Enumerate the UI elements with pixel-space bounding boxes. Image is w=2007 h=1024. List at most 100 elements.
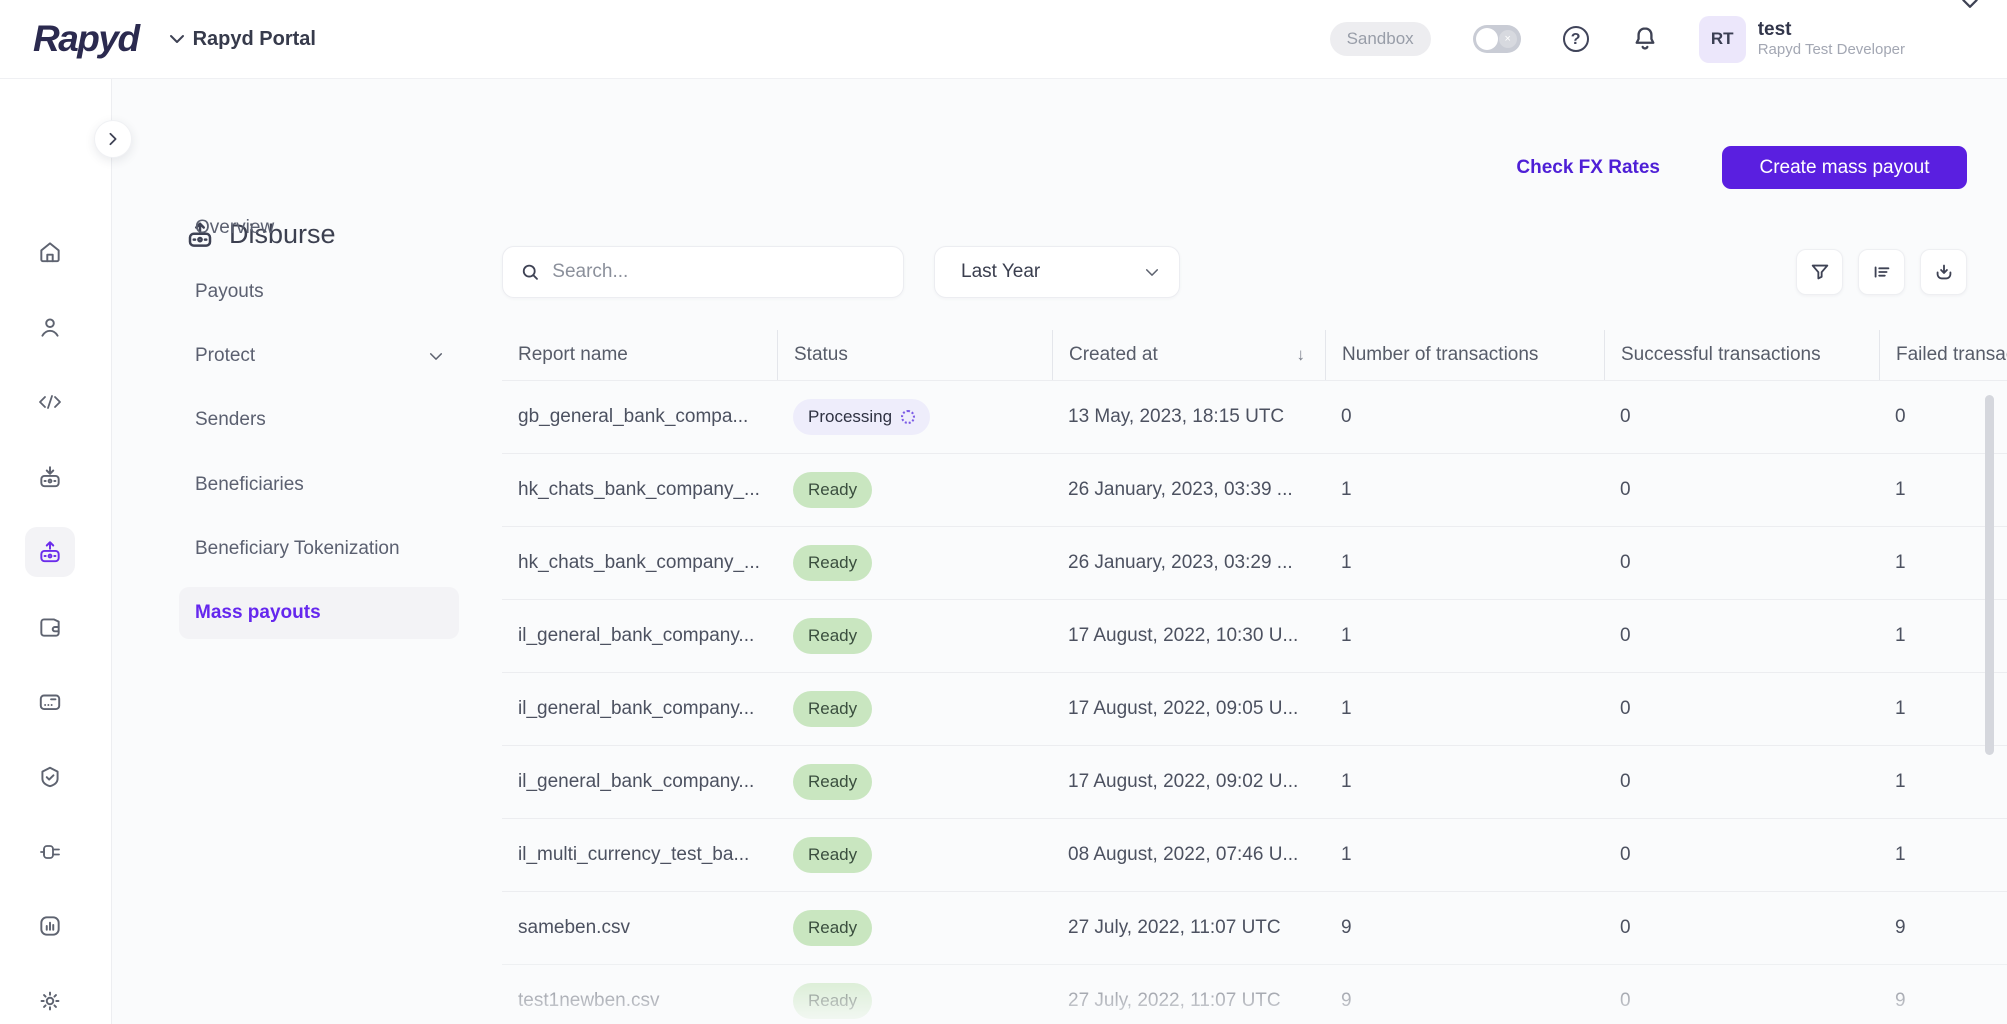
rail-item-settings[interactable] (25, 976, 75, 1024)
rail-item-developers[interactable] (25, 377, 75, 427)
sidebar-item-protect[interactable]: Protect (179, 330, 459, 382)
sidebar-item-payouts[interactable]: Payouts (179, 266, 459, 318)
rapyd-logo: Rapyd (33, 18, 140, 59)
rail-item-wallet[interactable] (25, 602, 75, 652)
transactions-cell: 1 (1341, 771, 1352, 792)
successful-cell: 0 (1620, 771, 1631, 792)
user-menu-button[interactable] (1961, 0, 1979, 9)
table-row[interactable]: sameben.csv Ready 27 July, 2022, 11:07 U… (502, 891, 2007, 964)
table-scrollbar[interactable] (1985, 395, 1994, 755)
sidebar-item-label: Beneficiaries (195, 474, 304, 495)
sidebar-item-label: Overview (195, 217, 275, 238)
sort-descending-icon[interactable]: ↓ (1297, 345, 1306, 365)
user-block: test Rapyd Test Developer (1758, 19, 1905, 59)
table-row[interactable]: gb_general_bank_compa... Processing 13 M… (502, 380, 2007, 453)
sidebar-item-beneficiaries[interactable]: Beneficiaries (179, 459, 459, 511)
created-at-cell: 17 August, 2022, 10:30 U... (1068, 625, 1299, 646)
successful-cell: 0 (1620, 406, 1631, 427)
rail-item-issuing[interactable] (25, 677, 75, 727)
rail-item-analytics[interactable] (25, 901, 75, 951)
search-icon (522, 264, 538, 280)
column-header-number-of-transactions[interactable]: Number of transactions (1325, 330, 1604, 380)
sidebar-item-beneficiary-tokenization[interactable]: Beneficiary Tokenization (179, 523, 459, 575)
card-icon (39, 694, 61, 711)
table-row[interactable]: il_general_bank_company... Ready 17 Augu… (502, 672, 2007, 745)
successful-cell: 0 (1620, 552, 1631, 573)
sidebar-expand-button[interactable] (94, 120, 132, 158)
date-range-select[interactable]: Last Year (934, 246, 1180, 298)
wallet-icon (40, 618, 60, 637)
sort-icon (1874, 266, 1889, 278)
sort-button[interactable] (1858, 249, 1905, 295)
user-name: test (1757, 19, 1792, 40)
person-icon (41, 318, 59, 337)
plug-icon (40, 845, 60, 859)
disburse-icon (40, 541, 60, 563)
table-row[interactable]: il_general_bank_company... Ready 17 Augu… (502, 745, 2007, 818)
created-at-cell: 27 July, 2022, 11:07 UTC (1068, 917, 1281, 938)
avatar[interactable]: RT (1698, 15, 1746, 63)
report-name-cell: hk_chats_bank_company_... (518, 479, 760, 500)
filter-button[interactable] (1796, 249, 1843, 295)
rail-item-collect[interactable] (25, 452, 75, 502)
rail-item-home[interactable] (25, 227, 75, 277)
create-mass-payout-button[interactable]: Create mass payout (1722, 146, 1967, 189)
help-icon: ? (1562, 26, 1589, 52)
environment-toggle[interactable]: × (1472, 25, 1521, 53)
status-cell: Ready (777, 527, 1052, 599)
failed-cell: 1 (1895, 771, 1906, 792)
bar-chart-icon (40, 916, 60, 936)
transactions-cell: 9 (1341, 917, 1352, 938)
rail-item-integrations[interactable] (25, 827, 75, 877)
column-header-successful-transactions[interactable]: Successful transactions (1604, 330, 1879, 380)
sidebar-item-mass-payouts[interactable]: Mass payouts (179, 587, 459, 639)
table-row[interactable]: il_general_bank_company... Ready 17 Augu… (502, 599, 2007, 672)
status-cell: Ready (777, 746, 1052, 818)
chevron-right-icon (109, 132, 117, 146)
created-at-cell: 08 August, 2022, 07:46 U... (1068, 844, 1299, 865)
column-header-report-name[interactable]: Report name (502, 330, 777, 380)
table-row[interactable]: test1newben.csv Ready 27 July, 2022, 11:… (502, 964, 2007, 1024)
table-row[interactable]: hk_chats_bank_company_... Ready 26 Janua… (502, 453, 2007, 526)
search-input[interactable] (552, 261, 885, 283)
status-badge: Ready (793, 472, 873, 508)
successful-cell: 0 (1620, 479, 1631, 500)
status-cell: Ready (777, 965, 1052, 1024)
chevron-down-icon (1145, 268, 1159, 277)
portal-switcher[interactable]: Rapyd Portal (169, 28, 316, 51)
topbar: Rapyd Rapyd Portal Sandbox × ? RT test R… (0, 0, 2007, 79)
transactions-cell: 1 (1341, 552, 1352, 573)
transactions-cell: 0 (1341, 406, 1352, 427)
status-badge: Ready (793, 910, 873, 946)
column-header-failed-transactions[interactable]: Failed transactions (1879, 330, 2007, 380)
chevron-down-icon (1962, 0, 1978, 8)
successful-cell: 0 (1620, 698, 1631, 719)
column-header-created-at[interactable]: Created at ↓ (1052, 330, 1325, 380)
check-fx-rates-link[interactable]: Check FX Rates (1516, 157, 1660, 179)
sidebar-item-overview[interactable]: Overview (179, 202, 459, 254)
transactions-cell: 1 (1341, 625, 1352, 646)
column-header-status[interactable]: Status (777, 330, 1052, 380)
download-button[interactable] (1920, 249, 1967, 295)
table-row[interactable]: il_multi_currency_test_ba... Ready 08 Au… (502, 818, 2007, 891)
created-at-cell: 13 May, 2023, 18:15 UTC (1068, 406, 1285, 427)
sandbox-badge: Sandbox (1329, 22, 1431, 56)
sidebar-item-senders[interactable]: Senders (179, 394, 459, 446)
status-cell: Ready (777, 673, 1052, 745)
chevron-down-icon (169, 35, 184, 43)
status-cell: Ready (777, 454, 1052, 526)
rail-item-verify[interactable] (25, 752, 75, 802)
failed-cell: 9 (1895, 990, 1906, 1011)
toggle-x-icon: × (1498, 30, 1517, 48)
status-badge: Ready (793, 545, 873, 581)
disburse-sidebar: Disburse Overview Payouts Protect Sender… (113, 79, 480, 1024)
transactions-cell: 1 (1341, 844, 1352, 865)
notifications-button[interactable] (1631, 25, 1659, 53)
rail-item-clients[interactable] (25, 302, 75, 352)
rail-item-disburse[interactable] (25, 527, 75, 577)
table-row[interactable]: hk_chats_bank_company_... Ready 26 Janua… (502, 526, 2007, 599)
help-button[interactable]: ? (1562, 26, 1589, 52)
code-icon (39, 395, 61, 409)
report-name-cell: il_multi_currency_test_ba... (518, 844, 750, 865)
sidebar-item-label: Beneficiary Tokenization (195, 538, 400, 559)
